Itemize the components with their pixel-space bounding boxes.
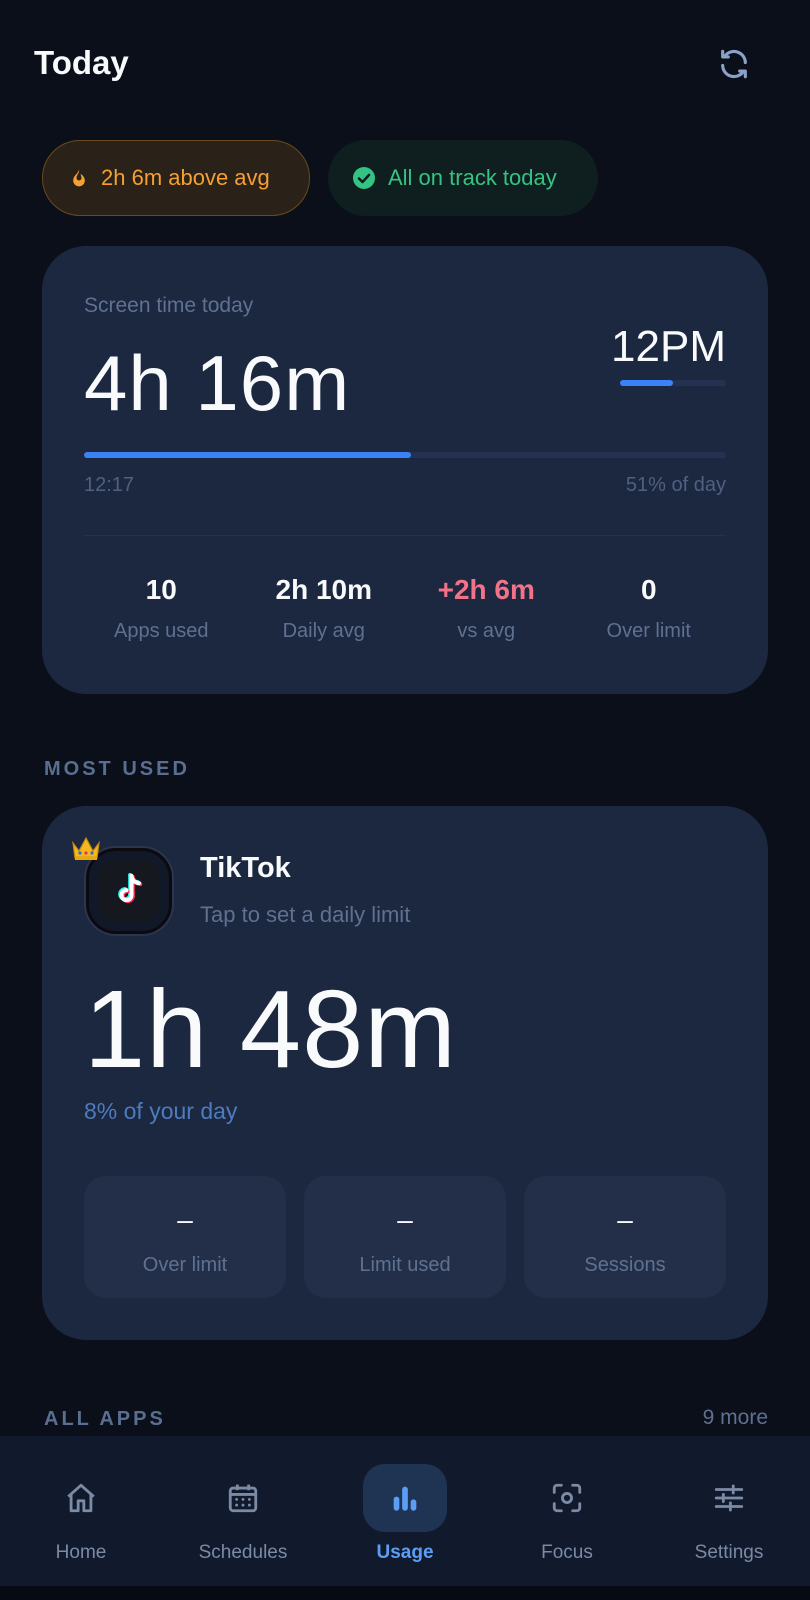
most-used-card[interactable]: TikTok Tap to set a daily limit 1h 48m 8… (42, 806, 768, 1340)
nav-label: Usage (376, 1542, 434, 1563)
day-percent: 51% of day (625, 474, 726, 496)
nav-label: Focus (541, 1542, 593, 1563)
hour-progress-track (620, 380, 726, 386)
on-track-text: All on track today (388, 165, 557, 190)
all-apps-heading: ALL APPS (44, 1408, 166, 1430)
tiktok-icon-inner (98, 860, 160, 922)
day-start-time: 12:17 (84, 474, 135, 496)
refresh-button[interactable] (714, 44, 754, 84)
check-circle-icon (352, 166, 376, 190)
app-day-percent: 8% of your day (84, 1098, 238, 1124)
screen-time-total: 4h 16m (84, 339, 351, 427)
over-limit-tile: – Over limit (84, 1176, 286, 1298)
flame-icon (69, 168, 89, 188)
stat-value: 2h 10m (275, 574, 373, 605)
nav-label: Home (55, 1542, 107, 1563)
stats-row: 10 Apps used 2h 10m Daily avg +2h 6m vs … (80, 574, 730, 643)
calendar-icon (201, 1464, 285, 1532)
nav-schedules[interactable]: Schedules (162, 1436, 324, 1586)
nav-usage[interactable]: Usage (324, 1436, 486, 1586)
focus-icon (525, 1464, 609, 1532)
app-name: TikTok (200, 852, 291, 884)
bottom-navigation: Home Schedules Usage Focus Settings (0, 1436, 810, 1586)
above-average-pill[interactable]: 2h 6m above avg (42, 140, 310, 216)
stat-label: vs avg (457, 620, 516, 642)
current-hour: 12PM (611, 322, 726, 371)
above-average-text: 2h 6m above avg (101, 165, 270, 190)
bar-chart-icon (363, 1464, 447, 1532)
app-usage-time: 1h 48m (84, 968, 457, 1091)
tile-label: Sessions (584, 1254, 666, 1276)
nav-label: Settings (694, 1542, 764, 1563)
hour-progress-fill (620, 380, 673, 386)
sliders-icon (687, 1464, 771, 1532)
stat-apps-used: 10 Apps used (80, 574, 243, 643)
stat-daily-avg: 2h 10m Daily avg (243, 574, 406, 643)
tile-value: – (617, 1204, 633, 1235)
tile-value: – (177, 1204, 193, 1235)
day-progress-fill (84, 452, 412, 458)
screen: Today 2h 6m above avg All on track today… (0, 0, 810, 1600)
set-limit-link[interactable]: Tap to set a daily limit (200, 902, 410, 928)
tile-value: – (397, 1204, 413, 1235)
sessions-tile: – Sessions (524, 1176, 726, 1298)
stat-label: Over limit (606, 620, 691, 642)
stat-value: 10 (145, 574, 177, 605)
stat-label: Apps used (113, 620, 209, 642)
nav-focus[interactable]: Focus (486, 1436, 648, 1586)
nav-home[interactable]: Home (0, 1436, 162, 1586)
crown-icon (70, 834, 102, 869)
more-apps-link[interactable]: 9 more (703, 1406, 768, 1430)
tile-label: Limit used (359, 1254, 451, 1276)
most-used-heading: MOST USED (44, 758, 190, 780)
on-track-pill[interactable]: All on track today (328, 140, 598, 216)
divider (84, 535, 726, 536)
day-progress-track (84, 452, 726, 458)
home-icon (39, 1464, 123, 1532)
screen-time-card: Screen time today 4h 16m 12PM 12:17 51% … (42, 246, 768, 694)
refresh-icon (721, 49, 747, 79)
stat-label: Daily avg (282, 620, 365, 642)
app-stats: – Over limit – Limit used – Sessions (84, 1176, 726, 1298)
system-gesture-bar (0, 1586, 810, 1600)
nav-label: Schedules (198, 1542, 288, 1563)
screen-time-label: Screen time today (84, 294, 254, 317)
stat-value: 0 (640, 574, 657, 605)
stat-value: +2h 6m (437, 574, 535, 605)
limit-used-tile: – Limit used (304, 1176, 506, 1298)
page-title: Today (34, 44, 129, 81)
stat-vs-avg: +2h 6m vs avg (405, 574, 568, 643)
tile-label: Over limit (142, 1254, 228, 1276)
nav-settings[interactable]: Settings (648, 1436, 810, 1586)
stat-over-limit: 0 Over limit (568, 574, 731, 643)
